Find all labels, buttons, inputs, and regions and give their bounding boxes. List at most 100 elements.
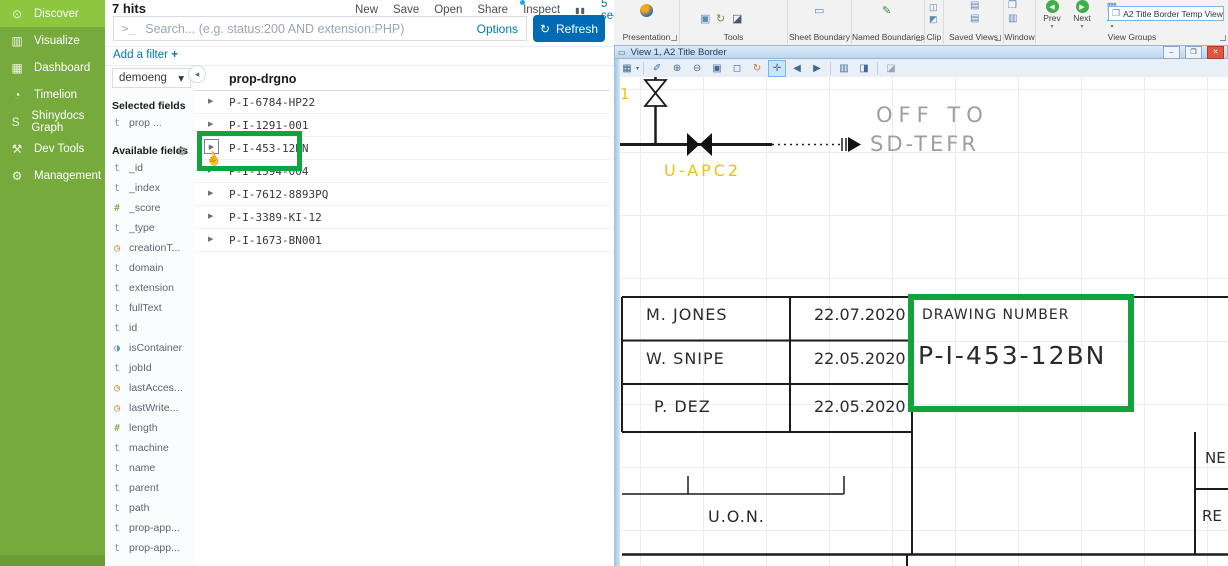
field-item[interactable]: tid <box>112 318 195 338</box>
presentation-display-style-icon[interactable] <box>640 4 653 17</box>
sidebar-item-dashboard[interactable]: ▦ Dashboard <box>0 54 105 81</box>
pan-view-icon[interactable]: ✛ <box>768 60 786 77</box>
field-item[interactable]: tprop-app... <box>112 538 195 558</box>
search-options-link[interactable]: Options <box>477 22 518 36</box>
clip-mask-icon[interactable]: ◩ <box>929 14 938 25</box>
sidebar-item-shinydocs-graph[interactable]: S Shinydocs Graph <box>0 108 105 135</box>
sidebar-item-dev-tools[interactable]: ⚒ Dev Tools <box>0 135 105 162</box>
zoom-out-icon[interactable]: ⊖ <box>688 60 706 77</box>
refresh-button[interactable]: ↻ Refresh <box>533 15 605 42</box>
field-item[interactable]: #length <box>112 418 195 438</box>
sidebar-item-timelion[interactable]: ◔ Timelion <box>0 81 105 108</box>
table-row[interactable]: ▶ P-I-3389-KI-12 <box>195 206 610 229</box>
field-settings-gear-icon[interactable]: ⚙ <box>177 146 187 159</box>
dialog-launcher-icon[interactable] <box>1220 35 1226 41</box>
field-item[interactable]: tfullText <box>112 298 195 318</box>
tile-windows-icon[interactable]: ▥ <box>1008 13 1017 24</box>
zoom-window-icon[interactable]: ▣ <box>708 60 726 77</box>
field-item[interactable]: ◑isContainer <box>112 338 195 358</box>
collapse-fields-button[interactable]: ◂ <box>188 65 206 83</box>
field-item[interactable]: ◷creationT... <box>112 238 195 258</box>
field-item[interactable]: ◷lastAcces... <box>112 378 195 398</box>
pause-icon[interactable]: ▮▮ <box>575 6 586 15</box>
column-header-prop-drgno[interactable]: prop-drgno <box>229 72 296 86</box>
maximize-button[interactable]: ❒ <box>1185 46 1202 59</box>
drawing-canvas[interactable]: 1 U-APC2 OFF TO SD-TEFR M. JONES 22.07.2… <box>620 77 1228 566</box>
sidebar-item-discover[interactable]: ⊙ Discover <box>0 0 105 27</box>
field-item-prop[interactable]: t prop ... <box>112 113 195 133</box>
field-item[interactable]: tpath <box>112 498 195 518</box>
clip-volume-icon[interactable]: ◪ <box>882 60 900 77</box>
add-filter-link[interactable]: Add a filter + <box>113 49 178 61</box>
close-button[interactable]: ✕ <box>1207 46 1224 59</box>
expand-caret-icon[interactable]: ▶ <box>208 235 213 243</box>
field-item[interactable]: tprop-app... <box>112 518 195 538</box>
sidebar-item-visualize[interactable]: ▥ Visualize <box>0 27 105 54</box>
table-row[interactable]: ▶ P-I-7612-8893PQ <box>195 183 610 206</box>
sidebar-footer <box>0 555 105 566</box>
view-group-dropdown[interactable]: ❐ A2 Title Border Temp View ▾ <box>1108 6 1224 21</box>
rotate-view-icon[interactable]: ↻ <box>748 60 766 77</box>
dialog-launcher-icon[interactable] <box>671 35 677 41</box>
string-field-icon: t <box>112 463 122 474</box>
nav-new[interactable]: New <box>355 4 378 16</box>
expand-caret-icon[interactable]: ▶ <box>208 212 213 220</box>
dialog-launcher-icon[interactable] <box>916 35 922 41</box>
chevron-down-icon[interactable]: ▾ <box>636 65 639 72</box>
index-pattern-select[interactable]: demoeng ▾ <box>112 68 191 88</box>
expand-caret-icon[interactable]: ▶ <box>208 97 213 105</box>
minimize-button[interactable]: – <box>1163 46 1180 59</box>
cascade-windows-icon[interactable]: ❐ <box>1008 0 1017 11</box>
view-previous-icon[interactable]: ◀ <box>788 60 806 77</box>
field-item[interactable]: tmachine <box>112 438 195 458</box>
field-item[interactable]: #_score <box>112 198 195 218</box>
nav-open[interactable]: Open <box>434 4 462 16</box>
field-item[interactable]: tname <box>112 458 195 478</box>
sidebar-item-management[interactable]: ⚙ Management <box>0 162 105 189</box>
prev-view-group-button[interactable]: ◀ Prev ▾ <box>1038 0 1066 30</box>
table-row[interactable]: ▶ P-I-1673-BN001 <box>195 229 610 252</box>
ribbon-group-label: Presentation <box>614 32 679 42</box>
expand-caret-icon[interactable]: ▶ <box>208 189 213 197</box>
field-item[interactable]: t_type <box>112 218 195 238</box>
nav-share[interactable]: Share <box>477 4 508 16</box>
view-window-titlebar[interactable]: ▭ View 1, A2 Title Border – ❒ ✕ <box>614 45 1228 59</box>
field-name: _type <box>129 222 155 234</box>
dialog-launcher-icon[interactable] <box>995 35 1001 41</box>
display-style-icon[interactable]: ▦ <box>618 60 636 77</box>
field-item[interactable]: t_index <box>112 178 195 198</box>
view-next-icon[interactable]: ▶ <box>808 60 826 77</box>
search-input[interactable] <box>143 21 468 37</box>
field-item[interactable]: ◷lastWrite... <box>112 398 195 418</box>
field-item[interactable]: textension <box>112 278 195 298</box>
named-boundaries-icon[interactable]: ✎ <box>882 4 891 17</box>
zoom-in-icon[interactable]: ⊕ <box>668 60 686 77</box>
next-view-group-button[interactable]: ▶ Next ▾ <box>1068 0 1096 30</box>
table-row-highlighted[interactable]: ▶ P-I-453-12BN ☝ <box>195 137 610 160</box>
tool-edit-icon[interactable]: ◪ <box>732 12 742 25</box>
table-row[interactable]: ▶ P-I-1594-004 <box>195 160 610 183</box>
tool-lasso-icon[interactable]: ↻ <box>716 12 725 25</box>
copy-view-icon[interactable]: ▥ <box>835 60 853 77</box>
expand-caret-icon[interactable]: ▶ <box>208 166 213 174</box>
table-row[interactable]: ▶ P-I-6784-HP22 <box>195 91 610 114</box>
field-item[interactable]: tjobId <box>112 358 195 378</box>
tool-window-icon[interactable]: ▣ <box>700 12 710 25</box>
saved-view-icon[interactable]: ▤ <box>970 0 979 11</box>
nav-save[interactable]: Save <box>393 4 419 16</box>
clip-icon[interactable]: ◫ <box>929 2 938 13</box>
update-view-icon[interactable]: ✐ <box>648 60 666 77</box>
field-item[interactable]: tdomain <box>112 258 195 278</box>
field-item[interactable]: t_id <box>112 158 195 178</box>
view-window-title: View 1, A2 Title Border <box>631 47 1158 58</box>
apply-saved-view-icon[interactable]: ▤ <box>970 13 979 24</box>
sheet-boundary-icon[interactable]: ▭ <box>814 4 824 17</box>
valve-tag-label: U-APC2 <box>664 161 741 180</box>
table-row[interactable]: ▶ P-I-1291-001 <box>195 114 610 137</box>
field-name: path <box>129 502 149 514</box>
fit-view-icon[interactable]: ◻ <box>728 60 746 77</box>
hits-count: 7 hits <box>112 1 146 16</box>
field-item[interactable]: tparent <box>112 478 195 498</box>
view-attributes-icon[interactable]: ◨ <box>855 60 873 77</box>
expand-caret-icon[interactable]: ▶ <box>208 120 213 128</box>
